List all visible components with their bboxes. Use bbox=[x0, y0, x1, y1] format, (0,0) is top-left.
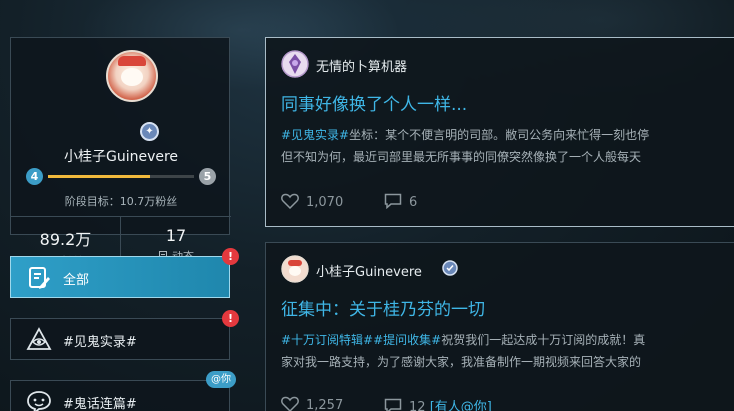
fans-count: 89.2万 bbox=[39, 230, 92, 249]
post-body-line: 但不知为何，最近司部里最无所事事的同僚突然像换了一个人般每天 bbox=[281, 150, 642, 164]
nav-alert-badge-all: ! bbox=[222, 248, 239, 265]
avatar[interactable] bbox=[106, 50, 158, 102]
level-next-badge: 5 bbox=[199, 168, 216, 185]
post-body: #见鬼实录#坐标：某个不便言明的司部。敝司公务向来忙得一刻也停 但不知为何，最近… bbox=[281, 124, 734, 168]
nav-item-ghost-record[interactable]: #见鬼实录# bbox=[10, 318, 230, 360]
verified-badge-icon bbox=[442, 260, 458, 276]
level-track bbox=[48, 175, 194, 178]
post-card[interactable]: 小桂子Guinevere 征集中：关于桂乃芬的一切 #十万订阅特辑##提问收集#… bbox=[265, 242, 734, 411]
nav-alert-badge-ghost-record: ! bbox=[222, 310, 239, 327]
nav-item-ghost-stories[interactable]: #鬼话连篇# bbox=[10, 380, 230, 411]
edit-document-icon bbox=[29, 267, 50, 289]
triangle-eye-icon bbox=[26, 327, 52, 350]
chat-bubble-face-icon bbox=[27, 391, 51, 411]
mention-notice[interactable]: [有人@你] bbox=[430, 400, 492, 411]
heart-icon bbox=[281, 396, 299, 411]
nav-label-ghost-record: #见鬼实录# bbox=[63, 335, 137, 350]
post-author[interactable]: 无情的卜算机器 bbox=[316, 56, 407, 75]
post-title[interactable]: 同事好像换了个人一样... bbox=[281, 90, 467, 115]
comment-button[interactable]: 6 bbox=[384, 193, 417, 210]
like-count: 1,070 bbox=[306, 195, 344, 210]
post-card[interactable]: 无情的卜算机器 同事好像换了个人一样... #见鬼实录#坐标：某个不便言明的司部… bbox=[265, 37, 734, 227]
nav-label-ghost-stories: #鬼话连篇# bbox=[63, 397, 137, 411]
level-current-badge: 4 bbox=[26, 168, 43, 185]
level-progress-fill bbox=[48, 175, 151, 178]
comment-icon bbox=[384, 398, 402, 411]
post-body-line: #见鬼实录#坐标：某个不便言明的司部。敝司公务向来忙得一刻也停 bbox=[281, 124, 734, 146]
avatar-face bbox=[121, 68, 143, 86]
nav-label-all: 全部 bbox=[63, 273, 90, 288]
heart-icon bbox=[281, 193, 299, 209]
post-body: #十万订阅特辑##提问收集#祝贺我们一起达成十万订阅的成就！真 家对我一路支持，… bbox=[281, 329, 734, 373]
posts-count: 17 bbox=[165, 226, 187, 245]
post-body-text: 坐标：某个不便言明的司部。敝司公务向来忙得一刻也停 bbox=[349, 128, 650, 142]
verified-badge-icon: ✦ bbox=[140, 122, 159, 141]
comment-icon bbox=[384, 193, 402, 209]
post-hashtag[interactable]: #十万订阅特辑##提问收集# bbox=[281, 333, 441, 347]
like-button[interactable]: 1,257 bbox=[281, 396, 343, 411]
comment-count: 6 bbox=[409, 195, 418, 210]
post-body-text: 祝贺我们一起达成十万订阅的成就！真 bbox=[441, 333, 646, 347]
comment-button[interactable]: 12 [有人@你] bbox=[384, 396, 492, 411]
like-count: 1,257 bbox=[306, 398, 344, 411]
profile-username: 小桂子Guinevere bbox=[63, 149, 179, 165]
goal-text: 阶段目标：10.7万粉丝 bbox=[64, 195, 178, 208]
post-title[interactable]: 征集中：关于桂乃芬的一切 bbox=[281, 295, 485, 320]
author-avatar[interactable] bbox=[281, 50, 309, 78]
comment-count: 12 bbox=[409, 400, 426, 411]
level-progress: 4 5 bbox=[26, 168, 216, 188]
post-author[interactable]: 小桂子Guinevere bbox=[316, 261, 422, 280]
nav-mention-badge: @你 bbox=[206, 371, 236, 388]
profile-card: ✦ 小桂子Guinevere 4 5 阶段目标：10.7万粉丝 89.2万 粉丝… bbox=[10, 37, 231, 275]
post-hashtag[interactable]: #见鬼实录# bbox=[281, 128, 349, 142]
nav-item-all[interactable]: 全部 bbox=[10, 256, 230, 298]
author-avatar[interactable] bbox=[281, 255, 309, 283]
like-button[interactable]: 1,070 bbox=[281, 193, 343, 210]
post-body-line: 家对我一路支持，为了感谢大家，我准备制作一期视频来回答大家的 bbox=[281, 355, 642, 369]
avatar-crown bbox=[118, 56, 146, 66]
post-body-line: #十万订阅特辑##提问收集#祝贺我们一起达成十万订阅的成就！真 bbox=[281, 329, 734, 351]
